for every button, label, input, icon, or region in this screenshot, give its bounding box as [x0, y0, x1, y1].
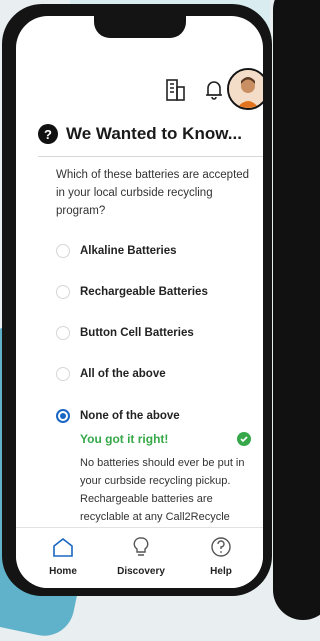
question-icon: ? — [38, 124, 58, 144]
home-icon — [51, 537, 75, 562]
check-icon — [237, 432, 251, 446]
option-label: None of the above — [80, 410, 180, 422]
radio-button-selected[interactable] — [56, 409, 70, 423]
tab-home[interactable]: Home — [28, 536, 98, 577]
phone-notch — [94, 16, 186, 38]
option-label: Alkaline Batteries — [80, 245, 177, 257]
tab-label: Help — [210, 566, 232, 577]
option-none[interactable]: None of the above — [56, 404, 253, 428]
option-label: Button Cell Batteries — [80, 327, 194, 339]
tab-label: Discovery — [117, 566, 165, 577]
option-rechargeable[interactable]: Rechargeable Batteries — [56, 280, 253, 304]
option-label: All of the above — [80, 368, 166, 380]
result-text: You got it right! — [80, 432, 169, 446]
result-row: You got it right! — [80, 430, 251, 448]
option-label: Rechargeable Batteries — [80, 286, 208, 298]
option-alkaline[interactable]: Alkaline Batteries — [56, 239, 253, 263]
bottom-tab-bar: Home Discovery Help — [16, 527, 263, 588]
top-bar — [16, 68, 263, 116]
app-screen: ? We Wanted to Know... Which of these ba… — [16, 16, 263, 588]
option-button-cell[interactable]: Button Cell Batteries — [56, 321, 253, 345]
radio-button[interactable] — [56, 285, 70, 299]
radio-button[interactable] — [56, 244, 70, 258]
quiz-header: ? We Wanted to Know... — [38, 122, 253, 146]
page-title: We Wanted to Know... — [66, 124, 242, 143]
bell-icon[interactable] — [200, 76, 228, 104]
divider — [38, 156, 263, 157]
building-icon[interactable] — [161, 76, 189, 104]
phone-frame: ? We Wanted to Know... Which of these ba… — [2, 4, 272, 596]
radio-button[interactable] — [56, 367, 70, 381]
tab-label: Home — [49, 566, 77, 577]
radio-button[interactable] — [56, 326, 70, 340]
second-phone-edge — [273, 0, 320, 620]
avatar[interactable] — [227, 68, 263, 110]
lightbulb-icon — [129, 537, 153, 562]
tab-discovery[interactable]: Discovery — [106, 536, 176, 577]
tab-help[interactable]: Help — [186, 536, 256, 577]
question-text: Which of these batteries are accepted in… — [56, 169, 250, 217]
help-icon — [209, 537, 233, 562]
option-all[interactable]: All of the above — [56, 362, 253, 386]
